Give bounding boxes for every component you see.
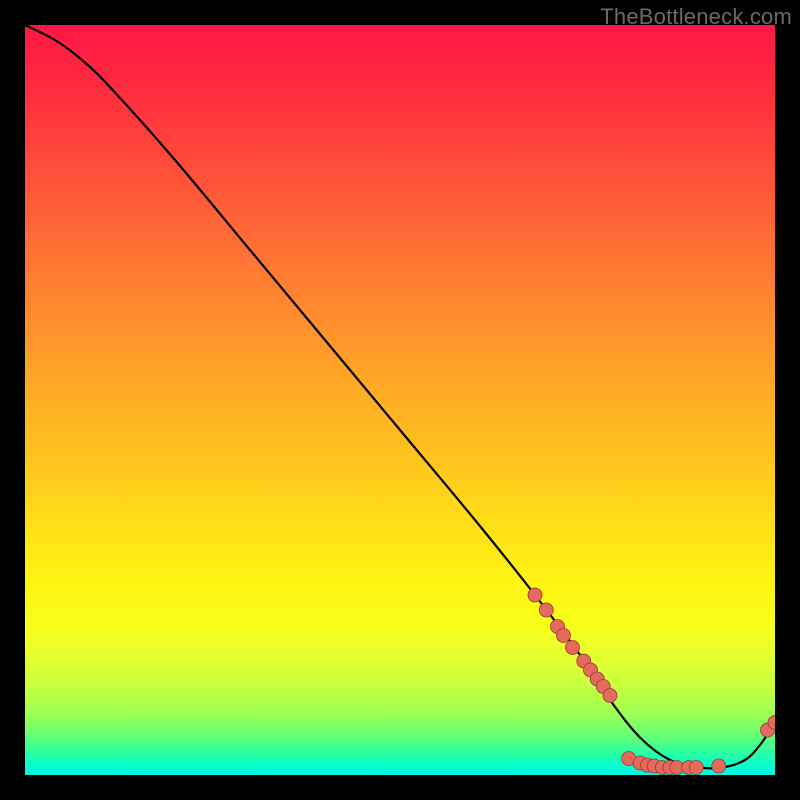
- data-point: [539, 603, 553, 617]
- chart-root: TheBottleneck.com: [0, 0, 800, 800]
- data-point: [566, 641, 580, 655]
- data-point: [603, 689, 617, 703]
- curve-line: [25, 25, 775, 768]
- plot-area: [25, 25, 775, 775]
- data-point: [528, 588, 542, 602]
- data-point: [712, 759, 726, 773]
- chart-svg: [25, 25, 775, 775]
- watermark-text: TheBottleneck.com: [600, 4, 792, 30]
- data-point: [689, 761, 703, 775]
- data-point: [557, 629, 571, 643]
